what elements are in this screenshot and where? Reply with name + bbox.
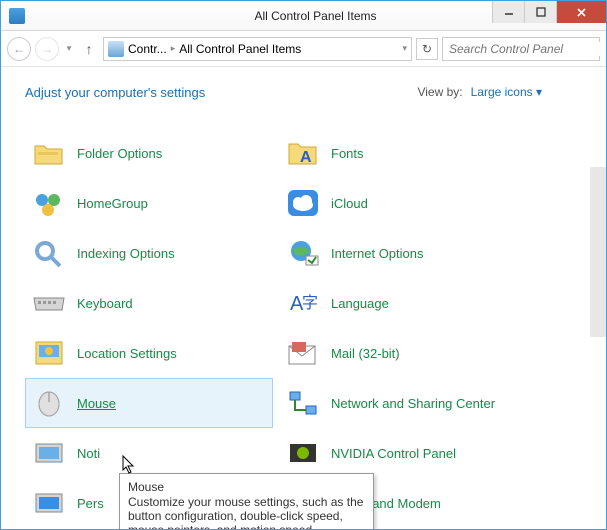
keyboard-icon bbox=[31, 285, 67, 321]
homegroup-icon bbox=[31, 185, 67, 221]
search-input[interactable] bbox=[449, 42, 606, 56]
item-label: Internet Options bbox=[331, 246, 424, 261]
item-label: Fonts bbox=[331, 146, 364, 161]
control-panel-item[interactable]: A Fonts bbox=[279, 128, 527, 178]
navigation-bar: ← → ▾ ↑ Contr... ▸ All Control Panel Ite… bbox=[1, 31, 606, 67]
item-label: Mouse bbox=[77, 396, 116, 411]
control-panel-item[interactable]: NVIDIA Control Panel bbox=[279, 428, 527, 478]
item-label: HomeGroup bbox=[77, 196, 148, 211]
control-panel-item[interactable]: HomeGroup bbox=[25, 178, 273, 228]
cursor-icon bbox=[120, 455, 138, 477]
control-panel-item[interactable]: Location Settings bbox=[25, 328, 273, 378]
control-panel-item[interactable]: Keyboard bbox=[25, 278, 273, 328]
refresh-button[interactable]: ↻ bbox=[416, 38, 438, 60]
location-icon bbox=[31, 335, 67, 371]
mail-icon bbox=[285, 335, 321, 371]
control-panel-window: All Control Panel Items ← → ▾ ↑ Contr...… bbox=[0, 0, 607, 530]
forward-button[interactable]: → bbox=[35, 37, 59, 61]
language-icon: A字 bbox=[285, 285, 321, 321]
item-label: Location Settings bbox=[77, 346, 177, 361]
view-by-value[interactable]: Large icons ▾ bbox=[471, 85, 542, 99]
item-label: Indexing Options bbox=[77, 246, 175, 261]
item-label: Folder Options bbox=[77, 146, 162, 161]
tooltip-title: Mouse bbox=[128, 480, 365, 494]
titlebar: All Control Panel Items bbox=[1, 1, 606, 31]
control-panel-item[interactable]: Folder Options bbox=[25, 128, 273, 178]
close-button[interactable] bbox=[556, 1, 606, 23]
internet-icon bbox=[285, 235, 321, 271]
back-button[interactable]: ← bbox=[7, 37, 31, 61]
item-label: NVIDIA Control Panel bbox=[331, 446, 456, 461]
address-bar[interactable]: Contr... ▸ All Control Panel Items ▾ bbox=[103, 37, 412, 61]
search-box[interactable]: 🔍 bbox=[442, 37, 600, 61]
control-panel-item[interactable]: Mouse bbox=[25, 378, 273, 428]
item-label: Keyboard bbox=[77, 296, 133, 311]
svg-text:字: 字 bbox=[302, 294, 318, 312]
svg-text:A: A bbox=[300, 149, 312, 166]
tooltip-body: Customize your mouse settings, such as t… bbox=[128, 495, 365, 529]
folder-icon bbox=[31, 135, 67, 171]
view-by: View by: Large icons ▾ bbox=[417, 85, 542, 99]
control-panel-item[interactable]: Internet Options bbox=[279, 228, 527, 278]
breadcrumb-separator: ▸ bbox=[171, 43, 176, 54]
control-panel-item[interactable]: Network and Sharing Center bbox=[279, 378, 527, 428]
control-panel-item[interactable]: iCloud bbox=[279, 178, 527, 228]
breadcrumb-1[interactable]: Contr... bbox=[128, 42, 167, 56]
scrollbar-thumb[interactable] bbox=[590, 167, 606, 337]
item-label: Language bbox=[331, 296, 389, 311]
up-button[interactable]: ↑ bbox=[79, 39, 99, 59]
personalization-icon bbox=[31, 485, 67, 521]
item-label: Noti bbox=[77, 446, 100, 461]
address-icon bbox=[108, 41, 124, 57]
control-panel-item[interactable]: Mail (32-bit) bbox=[279, 328, 527, 378]
address-dropdown[interactable]: ▾ bbox=[402, 43, 407, 54]
tooltip: Mouse Customize your mouse settings, suc… bbox=[119, 473, 374, 529]
mouse-icon bbox=[31, 385, 67, 421]
minimize-button[interactable] bbox=[492, 1, 524, 23]
control-panel-item[interactable]: Noti bbox=[25, 428, 273, 478]
item-label: Network and Sharing Center bbox=[331, 396, 495, 411]
notification-icon bbox=[31, 435, 67, 471]
content-area: Adjust your computer's settings View by:… bbox=[1, 67, 606, 529]
indexing-icon bbox=[31, 235, 67, 271]
item-label: Pers bbox=[77, 496, 104, 511]
network-icon bbox=[285, 385, 321, 421]
view-by-label: View by: bbox=[417, 85, 462, 99]
control-panel-item[interactable]: Indexing Options bbox=[25, 228, 273, 278]
control-panel-item[interactable]: A字 Language bbox=[279, 278, 527, 328]
nvidia-icon bbox=[285, 435, 321, 471]
history-dropdown[interactable]: ▾ bbox=[63, 43, 75, 54]
app-icon bbox=[9, 8, 25, 24]
item-label: Mail (32-bit) bbox=[331, 346, 400, 361]
maximize-button[interactable] bbox=[524, 1, 556, 23]
items-grid: Folder Options A Fonts HomeGroup iCloud Index… bbox=[25, 128, 606, 528]
icloud-icon bbox=[285, 185, 321, 221]
fonts-icon: A bbox=[285, 135, 321, 171]
breadcrumb-2[interactable]: All Control Panel Items bbox=[179, 42, 301, 56]
item-label: iCloud bbox=[331, 196, 368, 211]
